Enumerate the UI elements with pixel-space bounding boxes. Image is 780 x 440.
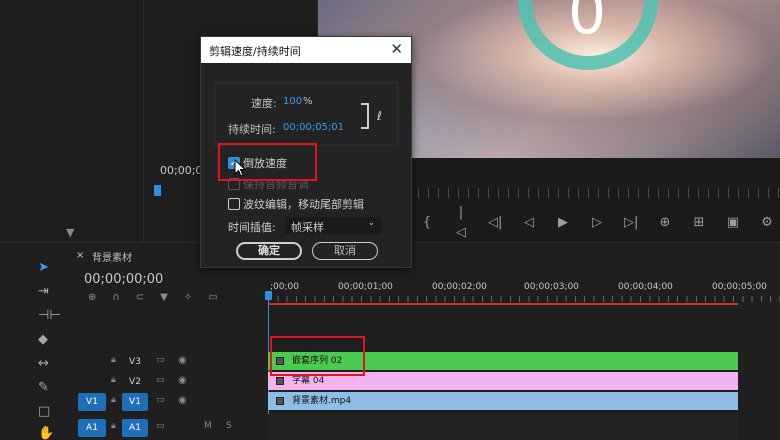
selection-tool-icon[interactable]: ➤ [38, 260, 49, 275]
snap-icon[interactable]: ∩ [112, 292, 119, 303]
sync-lock-icon[interactable]: ▭ [156, 355, 165, 365]
close-icon[interactable]: × [76, 250, 84, 261]
mark-in-icon[interactable]: { [420, 213, 434, 233]
source-patch-v2[interactable] [78, 373, 106, 391]
pen-tool-icon[interactable]: ✎ [38, 380, 49, 395]
time-interpolation-label: 时间插值: [228, 221, 276, 234]
source-patch-v1[interactable]: V1 [78, 393, 106, 411]
mute-icon[interactable]: M [204, 421, 212, 431]
dialog-title: 剪辑速度/持续时间 [209, 45, 301, 58]
solo-icon[interactable]: S [226, 421, 232, 431]
track-name[interactable]: V1 [122, 393, 148, 411]
ripple-edit-tool-icon[interactable]: ⊣⊢ [38, 308, 61, 323]
program-transport-controls: { |◁ ◁| ◁ ▶ ▷ ▷| ⊕ ⊞ ▣ ⚙ [420, 205, 780, 240]
clip-label: 背景素材.mp4 [292, 396, 352, 406]
panel-divider [143, 0, 144, 242]
filter-icon[interactable]: ▼ [66, 226, 74, 239]
wrench-icon[interactable]: ✧ [184, 292, 192, 303]
track-name[interactable]: V3 [122, 353, 148, 371]
speed-unit: % [303, 96, 313, 107]
highlight-box-clip [270, 336, 365, 376]
go-to-in-icon[interactable]: |◁ [454, 203, 468, 243]
step-forward-icon[interactable]: ▷ [590, 213, 604, 233]
timeline-timecode[interactable]: 00;00;00;00 [84, 272, 163, 287]
slip-tool-icon[interactable]: ↔ [38, 356, 49, 371]
nest-icon[interactable]: ⊕ [88, 292, 96, 303]
eye-icon[interactable]: ◉ [178, 375, 187, 386]
time-interpolation-value: 帧采样 [291, 221, 324, 234]
eye-icon[interactable]: ◉ [178, 355, 187, 366]
play-icon[interactable]: ▶ [556, 213, 570, 233]
duration-value[interactable]: 00;00;05;01 [283, 122, 344, 133]
track-select-tool-icon[interactable]: ⇥ [38, 284, 49, 299]
camera-icon[interactable]: ▣ [726, 213, 740, 233]
cancel-button[interactable]: 取消 [312, 242, 378, 260]
playhead-handle[interactable] [265, 291, 272, 300]
fx-badge-icon [276, 377, 284, 385]
timeline-toolbar: ⊕ ∩ ⊂ ▼ ✧ ▭ [88, 292, 218, 303]
ruler-label: 00;00;03;00 [524, 282, 579, 292]
speed-label: 速度: [251, 97, 277, 110]
dialog-header: 剪辑速度/持续时间 ✕ [201, 37, 411, 63]
ruler-label: 00;00;01;00 [338, 282, 393, 292]
sync-lock-icon[interactable]: ▭ [156, 375, 165, 385]
hand-tool-icon[interactable]: ✋ [38, 426, 54, 440]
source-playhead[interactable] [154, 185, 161, 196]
razor-tool-icon[interactable]: ◆ [38, 332, 48, 347]
timeline-ruler[interactable] [268, 296, 780, 302]
speed-value[interactable]: 100 [283, 96, 302, 107]
tools-panel: ➤ ⇥ ⊣⊢ ◆ ↔ ✎ □ ✋ [30, 250, 61, 440]
ripple-edit-label[interactable]: 波纹编辑，移动尾部剪辑 [243, 196, 364, 212]
close-icon[interactable]: ✕ [390, 40, 403, 58]
fx-badge-icon [276, 397, 284, 405]
linked-selection-icon[interactable]: ⊂ [136, 292, 144, 303]
sequence-tab[interactable]: 背景素材 [92, 249, 132, 264]
audio-track-a1-area[interactable] [268, 414, 738, 440]
ok-button[interactable]: 确定 [236, 242, 302, 260]
lock-icon[interactable]: 🔒︎ [111, 375, 116, 385]
captions-icon[interactable]: ▭ [208, 292, 217, 303]
clip-label: 字幕 04 [292, 376, 325, 386]
eye-icon[interactable]: ◉ [178, 395, 187, 406]
source-patch-v3[interactable] [78, 353, 106, 371]
highlight-box-reverse [218, 143, 317, 181]
sync-lock-icon[interactable]: ▭ [156, 421, 165, 431]
extract-icon[interactable]: ⊞ [692, 213, 706, 233]
countdown-digit: 0 [568, 0, 607, 48]
source-patch-a1[interactable]: A1 [78, 419, 106, 437]
ruler-label: 00;00;05;00 [712, 282, 767, 292]
link-bracket [361, 103, 369, 129]
chevron-down-icon: ⌄ [367, 218, 375, 228]
duration-label: 持续时间: [228, 123, 276, 136]
step-back-icon[interactable]: ◁ [522, 213, 536, 233]
ripple-edit-checkbox[interactable] [228, 198, 240, 210]
lift-icon[interactable]: ⊕ [658, 213, 672, 233]
go-to-next-edit-icon[interactable]: ▷| [624, 213, 638, 233]
go-to-previous-edit-icon[interactable]: ◁| [488, 213, 502, 233]
rectangle-tool-icon[interactable]: □ [38, 404, 50, 419]
time-interpolation-select[interactable]: 帧采样 ⌄ [285, 217, 381, 234]
ruler-label: 00;00;04;00 [618, 282, 673, 292]
settings-icon[interactable]: ⚙ [760, 213, 774, 233]
add-marker-icon[interactable]: ▼ [160, 292, 168, 303]
track-name[interactable]: V2 [122, 373, 148, 391]
lock-icon[interactable]: 🔒︎ [111, 395, 116, 405]
lock-icon[interactable]: 🔒︎ [111, 355, 116, 365]
source-timecode[interactable]: 00;00;0 [160, 164, 202, 177]
ruler-label: ;00;00 [270, 282, 299, 292]
work-area-bar[interactable] [268, 303, 738, 305]
sync-lock-icon[interactable]: ▭ [156, 395, 165, 405]
clip-background-video[interactable]: 背景素材.mp4 [268, 392, 738, 410]
link-icon[interactable]: ℓ [377, 109, 382, 123]
ruler-label: 00;00;02;00 [432, 282, 487, 292]
lock-icon[interactable]: 🔒︎ [111, 421, 116, 431]
track-name[interactable]: A1 [122, 419, 148, 437]
